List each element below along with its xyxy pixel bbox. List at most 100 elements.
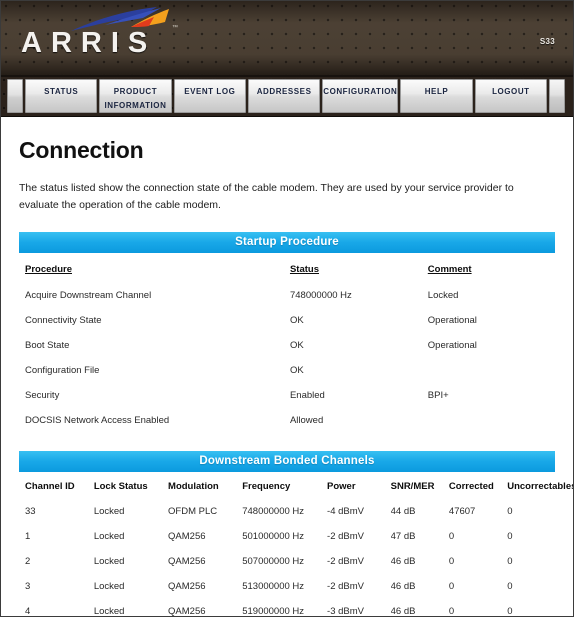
cell-modulation: QAM256: [168, 606, 206, 617]
cell-corrected: 0: [448, 556, 455, 567]
cell-corrected: 0: [448, 531, 455, 542]
cell-lock-status: Locked: [93, 506, 125, 517]
cell-power: -2 dBmV: [327, 556, 364, 567]
ds-col-power: Power: [327, 481, 356, 492]
table-row: Acquire Downstream Channel 748000000 Hz …: [19, 283, 555, 308]
nav-tab-event-log-label: EVENT LOG: [184, 87, 236, 96]
banner-inner: ™ ARRIS S33: [1, 1, 573, 75]
cell-lock-status: Locked: [93, 531, 125, 542]
cell-procedure: Security: [25, 390, 60, 401]
cell-uncorrectables: 0: [507, 556, 513, 567]
downstream-channels-table: Channel ID Lock Status Modulation Freque…: [19, 472, 574, 617]
cell-status: Enabled: [289, 390, 325, 401]
cell-modulation: QAM256: [168, 556, 206, 567]
cell-lock-status: Locked: [93, 556, 125, 567]
nav-tab-status[interactable]: STATUS: [25, 79, 98, 113]
cell-channel-id: 2: [25, 556, 31, 567]
cell-channel-id: 3: [25, 581, 31, 592]
modem-admin-page: ™ ARRIS S33 STATUS PRODUCT INFORMATION E…: [0, 0, 574, 617]
downstream-table-body: 33 Locked OFDM PLC 748000000 Hz -4 dBmV …: [19, 499, 555, 617]
cell-comment: BPI+: [427, 390, 449, 401]
cell-uncorrectables: 0: [507, 581, 513, 592]
cell-comment: [428, 358, 555, 383]
cell-snr-mer: 46 dB: [390, 606, 416, 617]
table-row: Connectivity State OK Operational: [19, 308, 555, 333]
cell-power: -2 dBmV: [327, 531, 364, 542]
ds-col-uncorrectables: Uncorrectables: [507, 481, 574, 492]
arris-logo: ™ ARRIS: [21, 5, 241, 67]
cell-frequency: 748000000 Hz: [242, 506, 305, 517]
ds-col-channel-id: Channel ID: [25, 481, 75, 492]
cell-procedure: Connectivity State: [25, 315, 102, 326]
cell-channel-id: 4: [25, 606, 31, 617]
table-row: Boot State OK Operational: [19, 333, 555, 358]
cell-power: -3 dBmV: [327, 606, 364, 617]
nav-tab-product-information-label: PRODUCT: [113, 87, 158, 96]
cell-procedure: Configuration File: [25, 365, 100, 376]
cell-channel-id: 33: [25, 506, 36, 517]
cell-uncorrectables: 0: [507, 606, 513, 617]
nav-tab-logout[interactable]: LOGOUT: [474, 79, 547, 113]
ds-col-modulation: Modulation: [168, 481, 219, 492]
cell-modulation: QAM256: [168, 531, 206, 542]
nav-left-cap: [7, 79, 23, 113]
cell-modulation: OFDM PLC: [168, 506, 218, 517]
cell-channel-id: 1: [25, 531, 31, 542]
nav-tab-product-information[interactable]: PRODUCT INFORMATION: [99, 79, 172, 113]
table-row: Security Enabled BPI+: [19, 383, 555, 408]
nav-tab-configuration[interactable]: CONFIGURATION: [322, 79, 399, 113]
cell-status: OK: [289, 315, 304, 326]
cell-frequency: 513000000 Hz: [242, 581, 305, 592]
downstream-table-head: Channel ID Lock Status Modulation Freque…: [19, 472, 574, 499]
nav-tab-addresses[interactable]: ADDRESSES: [247, 79, 321, 113]
cell-corrected: 47607: [448, 506, 476, 517]
cell-power: -4 dBmV: [327, 506, 364, 517]
cell-uncorrectables: 0: [507, 531, 513, 542]
downstream-header-row: Channel ID Lock Status Modulation Freque…: [19, 472, 574, 499]
model-badge: S33: [539, 37, 555, 46]
startup-col-procedure: Procedure: [25, 264, 72, 275]
downstream-bonded-channels-panel: Downstream Bonded Channels Channel ID Lo…: [19, 451, 574, 617]
startup-procedure-header-row: Procedure Status Comment: [19, 253, 555, 283]
page-content: Connection The status listed show the co…: [1, 117, 574, 617]
nav-tab-configuration-label: CONFIGURATION: [323, 87, 398, 96]
cell-snr-mer: 44 dB: [390, 506, 416, 517]
cell-snr-mer: 47 dB: [390, 531, 416, 542]
cell-frequency: 519000000 Hz: [242, 606, 305, 617]
cell-snr-mer: 46 dB: [390, 581, 416, 592]
nav-tab-event-log[interactable]: EVENT LOG: [173, 79, 246, 113]
cell-status: Allowed: [289, 415, 324, 426]
cell-procedure: Boot State: [25, 340, 70, 351]
cell-lock-status: Locked: [93, 581, 125, 592]
svg-text:™: ™: [172, 24, 178, 31]
cell-status: OK: [289, 340, 304, 351]
cell-lock-status: Locked: [93, 606, 125, 617]
nav-tab-help-label: HELP: [424, 87, 449, 96]
nav-tab-product-information-label2: INFORMATION: [104, 101, 167, 110]
table-row: 2 Locked QAM256 507000000 Hz -2 dBmV 46 …: [19, 549, 555, 574]
cell-snr-mer: 46 dB: [390, 556, 416, 567]
cell-procedure: Acquire Downstream Channel: [25, 290, 152, 301]
ds-col-corrected: Corrected: [448, 481, 494, 492]
ds-col-snr-mer: SNR/MER: [390, 481, 435, 492]
cell-status: OK: [289, 365, 304, 376]
ds-col-frequency: Frequency: [242, 481, 291, 492]
table-row: 33 Locked OFDM PLC 748000000 Hz -4 dBmV …: [19, 499, 555, 524]
cell-uncorrectables: 0: [507, 506, 513, 517]
nav-tab-addresses-label: ADDRESSES: [256, 87, 312, 96]
nav-tab-logout-label: LOGOUT: [492, 87, 530, 96]
startup-procedure-panel: Startup Procedure Procedure Status Comme…: [19, 232, 555, 433]
cell-comment: Operational: [427, 340, 477, 351]
brand-banner: ™ ARRIS S33: [1, 1, 573, 77]
cell-comment: Operational: [427, 315, 477, 326]
startup-col-comment: Comment: [427, 264, 472, 275]
brand-wordmark: ARRIS: [21, 27, 157, 59]
cell-corrected: 0: [448, 581, 455, 592]
nav-tab-help[interactable]: HELP: [400, 79, 473, 113]
startup-procedure-table: Procedure Status Comment Acquire Downstr…: [19, 253, 555, 433]
cell-modulation: QAM256: [168, 581, 206, 592]
cell-comment: [428, 408, 555, 433]
cell-corrected: 0: [448, 606, 455, 617]
table-row: 4 Locked QAM256 519000000 Hz -3 dBmV 46 …: [19, 599, 555, 617]
cell-comment: Locked: [427, 290, 459, 301]
